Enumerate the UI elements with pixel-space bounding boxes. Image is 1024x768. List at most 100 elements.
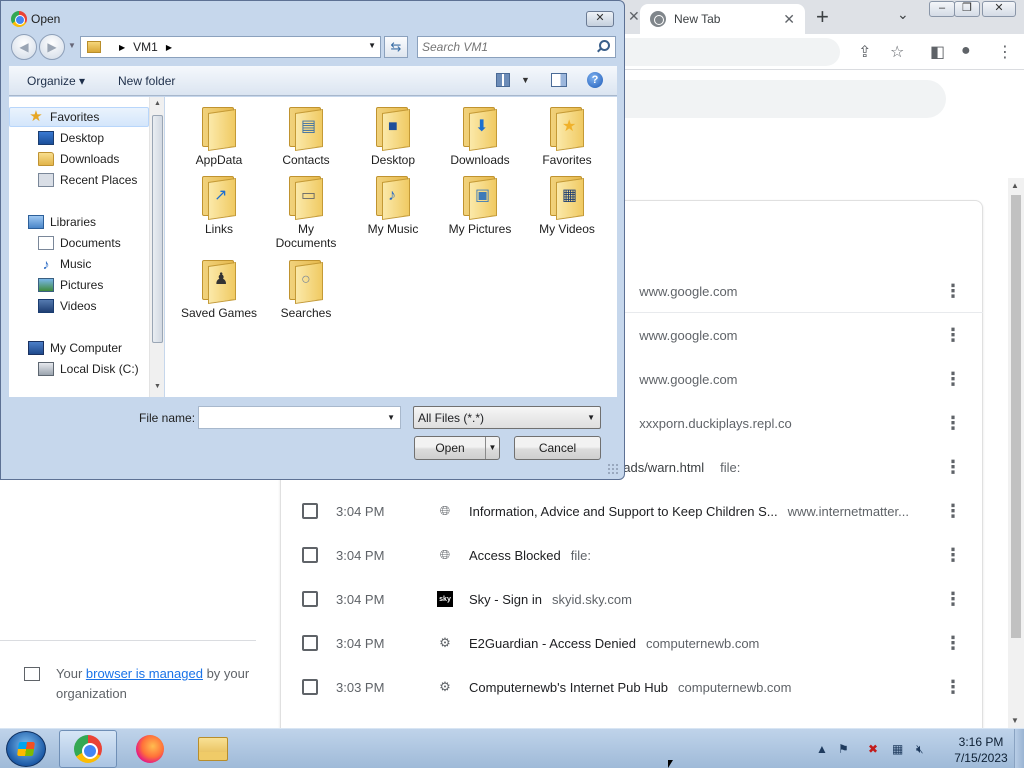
folder-contacts[interactable]: ▤ Contacts (266, 105, 346, 167)
close-tab-icon[interactable]: ✕ (628, 8, 640, 25)
row-menu-icon[interactable]: ⋮ (944, 413, 962, 434)
back-button[interactable]: ◀ (11, 34, 37, 60)
file-type-dropdown-icon[interactable]: ▼ (587, 413, 595, 422)
history-row[interactable]: 3:04 PM 🌐︎ Access Blocked file: ⋮ (280, 533, 983, 577)
history-row[interactable]: 3:04 PM sky Sky - Sign in skyid.sky.com ⋮ (280, 577, 983, 621)
folder-my-pictures[interactable]: ▣ My Pictures (440, 174, 520, 236)
dialog-close-button[interactable]: ✕ (586, 11, 614, 27)
history-row[interactable]: 3:03 PM ⚙︎ Computernewb's Internet Pub H… (280, 665, 983, 709)
breadcrumb-address-bar[interactable]: ▶ VM1 ▶ ▼ (80, 36, 381, 58)
browser-managed-link[interactable]: browser is managed (86, 666, 203, 681)
minimize-button[interactable]: – (929, 1, 955, 17)
menu-kebab-icon[interactable]: ⋮ (997, 42, 1013, 62)
open-button[interactable]: Open ▼ (414, 436, 500, 460)
row-menu-icon[interactable]: ⋮ (944, 281, 962, 302)
row-checkbox[interactable] (302, 635, 318, 651)
search-icon[interactable] (599, 40, 610, 51)
start-button[interactable] (6, 731, 46, 767)
scroll-down-arrow-icon[interactable]: ▼ (1011, 716, 1019, 725)
file-name-dropdown-icon[interactable]: ▼ (387, 413, 395, 422)
scrollbar-thumb[interactable] (1011, 195, 1021, 638)
nav-item-downloads[interactable]: Downloads (38, 149, 119, 169)
preview-pane-icon[interactable] (551, 73, 567, 87)
clock[interactable]: 3:16 PM 7/15/2023 (952, 734, 1010, 766)
folder-my-videos[interactable]: ▦ My Videos (527, 174, 607, 236)
taskbar-explorer-button[interactable] (184, 730, 242, 768)
side-panel-icon[interactable]: ◧ (930, 42, 945, 62)
cancel-button[interactable]: Cancel (514, 436, 601, 460)
folder-my-documents[interactable]: ▭ My Documents (266, 174, 346, 250)
address-dropdown-icon[interactable]: ▼ (368, 41, 376, 50)
tab-new-tab[interactable]: New Tab ✕ (640, 4, 805, 34)
row-checkbox[interactable] (302, 503, 318, 519)
breadcrumb-chevron-icon[interactable]: ▶ (166, 43, 172, 52)
resize-grip[interactable] (607, 463, 619, 475)
folder-links[interactable]: ↗ Links (179, 174, 259, 236)
refresh-button[interactable]: ⇆ (384, 36, 408, 58)
history-title-link[interactable]: E2Guardian - Access Denied computernewb.c… (469, 636, 759, 651)
close-tab-icon[interactable]: ✕ (783, 11, 795, 28)
breadcrumb-chevron-icon[interactable]: ▶ (119, 43, 125, 52)
taskbar-firefox-button[interactable] (121, 730, 179, 768)
scrollbar-thumb[interactable] (152, 115, 163, 343)
address-bar[interactable] (620, 38, 840, 66)
file-name-combobox[interactable]: ▼ (198, 406, 401, 429)
history-title-link[interactable]: Sky - Sign in skyid.sky.com (469, 592, 632, 607)
nav-item-local-disk[interactable]: Local Disk (C:) (38, 359, 139, 379)
row-menu-icon[interactable]: ⋮ (944, 501, 962, 522)
action-center-error-icon[interactable]: ✖ (868, 742, 878, 756)
nav-scrollbar[interactable]: ▲ ▼ (149, 97, 164, 397)
action-center-flag-icon[interactable]: ⚑ (838, 742, 849, 756)
new-folder-button[interactable]: New folder (118, 74, 175, 88)
profile-icon[interactable]: ● (961, 42, 971, 60)
new-tab-button[interactable]: + (816, 4, 829, 30)
nav-item-documents[interactable]: Documents (38, 233, 121, 253)
file-type-select[interactable]: All Files (*.*) ▼ (413, 406, 601, 429)
row-checkbox[interactable] (302, 591, 318, 607)
open-options-dropdown-icon[interactable]: ▼ (485, 437, 499, 459)
scroll-up-arrow-icon[interactable]: ▲ (154, 100, 161, 107)
folder-favorites[interactable]: ★ Favorites (527, 105, 607, 167)
history-search-field[interactable] (620, 80, 946, 118)
row-menu-icon[interactable]: ⋮ (944, 325, 962, 346)
folder-searches[interactable]: ○ Searches (266, 258, 346, 320)
bookmark-star-icon[interactable]: ☆ (890, 42, 904, 62)
history-row[interactable]: 3:04 PM ⚙︎ E2Guardian - Access Denied com… (280, 621, 983, 665)
help-icon[interactable]: ? (587, 72, 603, 88)
folder-my-music[interactable]: ♪ My Music (353, 174, 433, 236)
nav-item-music[interactable]: ♪ Music (38, 254, 92, 274)
file-name-input[interactable] (203, 410, 383, 426)
scroll-down-arrow-icon[interactable]: ▼ (154, 383, 161, 390)
show-desktop-button[interactable] (1014, 729, 1024, 768)
history-title-link[interactable]: Computernewb's Internet Pub Hub computern… (469, 680, 792, 695)
recent-locations-dropdown-icon[interactable]: ▼ (68, 41, 76, 50)
search-input[interactable] (422, 39, 592, 55)
row-menu-icon[interactable]: ⋮ (944, 369, 962, 390)
restore-button[interactable]: ❐ (954, 1, 980, 17)
row-menu-icon[interactable]: ⋮ (944, 589, 962, 610)
folder-desktop[interactable]: ■ Desktop (353, 105, 433, 167)
row-menu-icon[interactable]: ⋮ (944, 545, 962, 566)
change-view-icon[interactable] (496, 73, 510, 87)
nav-item-videos[interactable]: Videos (38, 296, 96, 316)
dialog-titlebar[interactable]: Open ✕ (1, 1, 624, 35)
taskbar-chrome-button[interactable] (59, 730, 117, 768)
row-menu-icon[interactable]: ⋮ (944, 457, 962, 478)
scroll-up-arrow-icon[interactable]: ▲ (1011, 181, 1019, 190)
show-hidden-icons-icon[interactable]: ▲ (816, 742, 828, 756)
breadcrumb-vm1[interactable]: VM1 (133, 40, 158, 54)
folder-appdata[interactable]: AppData (179, 105, 259, 167)
row-checkbox[interactable] (302, 547, 318, 563)
folder-saved-games[interactable]: ♟ Saved Games (179, 258, 259, 320)
share-icon[interactable]: ⇪ (858, 42, 871, 62)
tab-search-chevron-icon[interactable]: ⌄ (897, 6, 909, 23)
history-row[interactable]: 3:04 PM 🌐︎ Information, Advice and Suppo… (280, 489, 983, 533)
history-title-link[interactable]: Access Blocked file: (469, 548, 591, 563)
nav-item-desktop[interactable]: Desktop (38, 128, 104, 148)
row-menu-icon[interactable]: ⋮ (944, 677, 962, 698)
nav-item-recent-places[interactable]: Recent Places (38, 170, 137, 190)
organize-button[interactable]: Organize ▾ (27, 74, 85, 88)
forward-button[interactable]: ▶ (39, 34, 65, 60)
nav-item-favorites[interactable]: ★ Favorites (9, 107, 149, 127)
network-icon[interactable]: ▦ (892, 742, 903, 756)
